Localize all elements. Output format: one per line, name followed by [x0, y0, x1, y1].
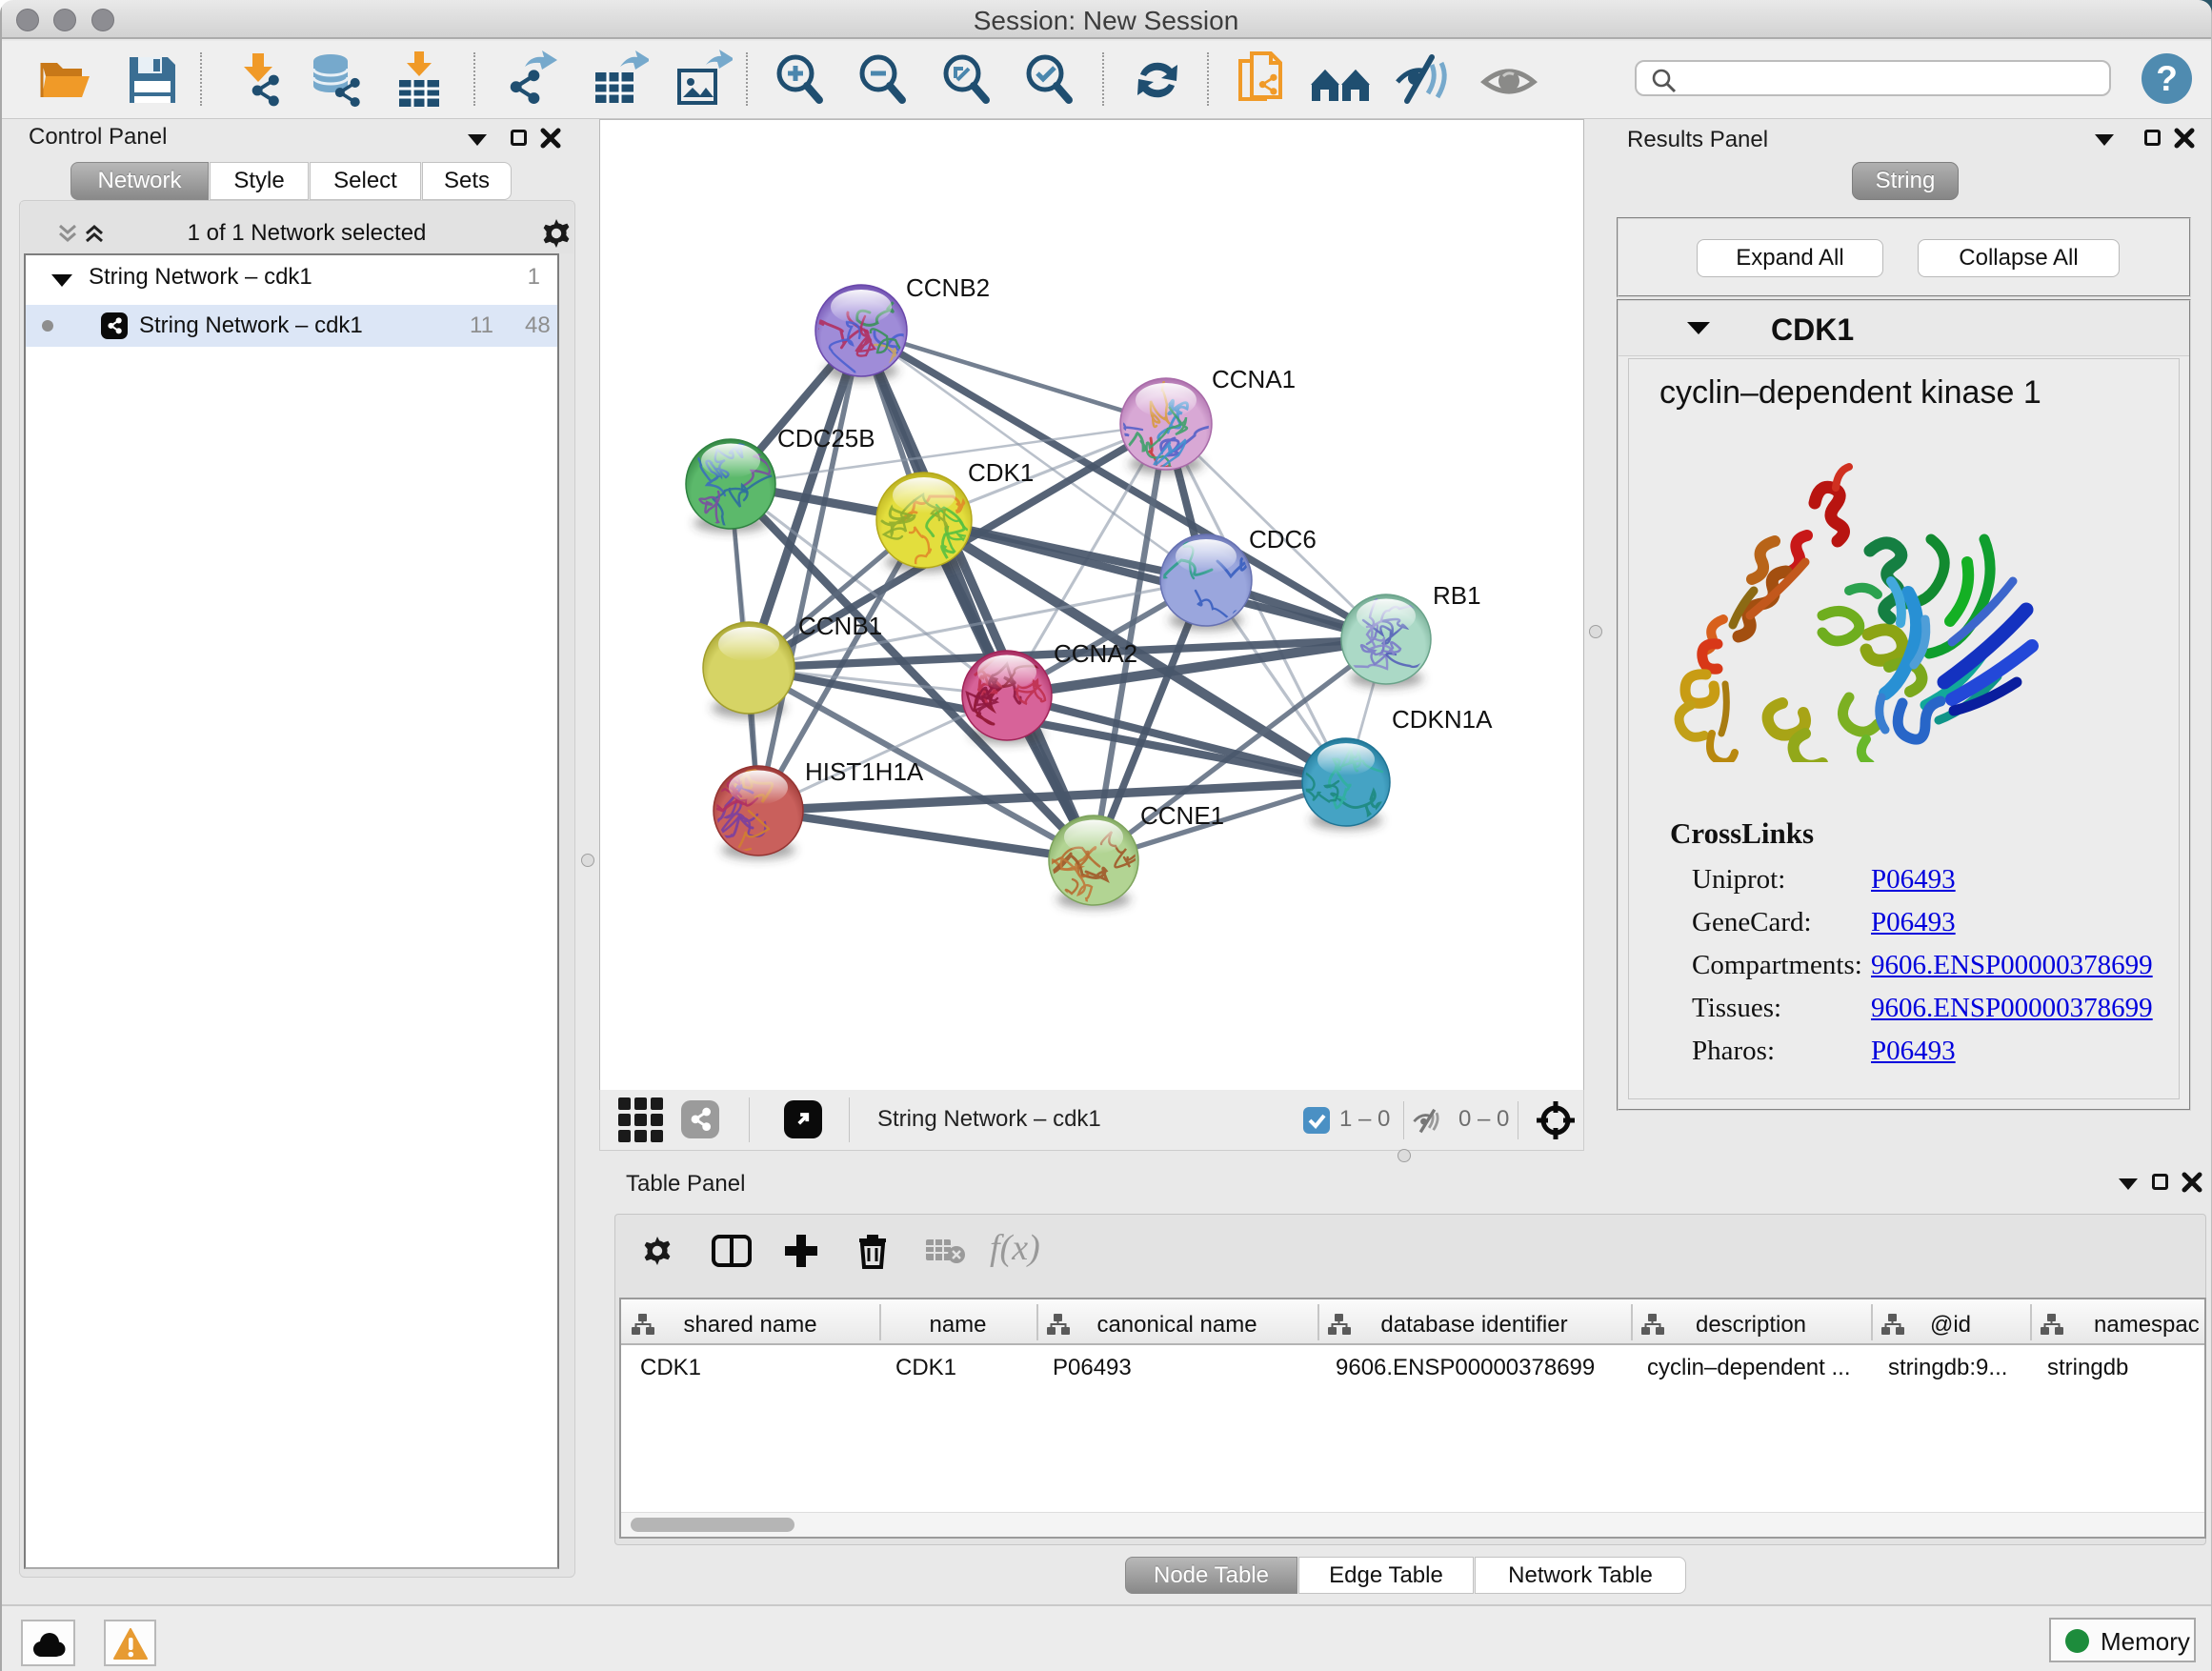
- svg-text:CCNA2: CCNA2: [1054, 639, 1137, 668]
- svg-text:CCNB1: CCNB1: [798, 612, 882, 640]
- svg-text:CCNB2: CCNB2: [906, 273, 990, 302]
- svg-text:CDC6: CDC6: [1249, 525, 1317, 554]
- svg-text:CDKN1A: CDKN1A: [1392, 705, 1493, 734]
- svg-text:HIST1H1A: HIST1H1A: [805, 757, 924, 786]
- svg-text:CDC25B: CDC25B: [777, 424, 875, 453]
- svg-text:CCNA1: CCNA1: [1212, 365, 1296, 393]
- svg-text:CDK1: CDK1: [968, 458, 1034, 487]
- svg-text:RB1: RB1: [1433, 581, 1481, 610]
- svg-text:CCNE1: CCNE1: [1140, 801, 1224, 830]
